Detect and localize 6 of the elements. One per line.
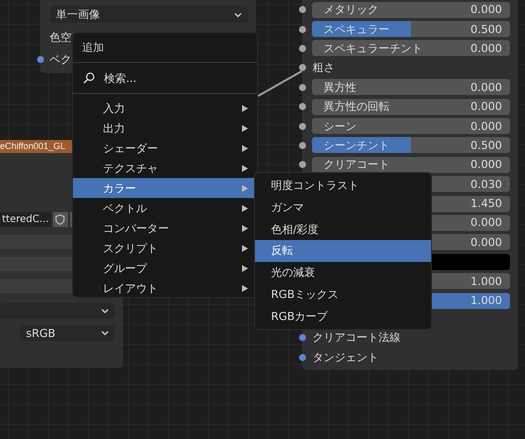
socket-label: タンジェント [312, 350, 378, 365]
socket-label: 粗さ [312, 60, 334, 76]
socket-label: クリアコート法線 [312, 330, 400, 346]
socket-label: ベク [50, 52, 72, 66]
socket-label: 色空 [50, 30, 72, 44]
menu-title: 追加 [81, 40, 105, 56]
